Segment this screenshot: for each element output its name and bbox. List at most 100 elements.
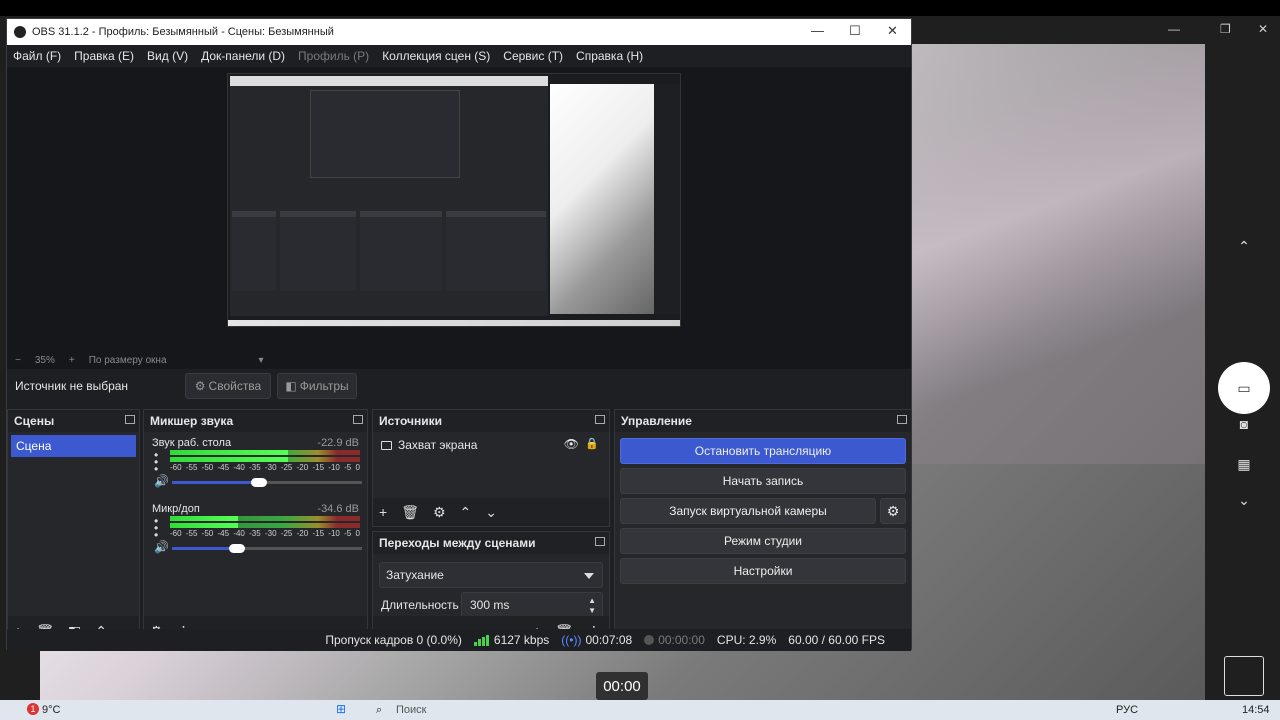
title-bar: OBS 31.1.2 - Профиль: Безымянный - Сцены… — [7, 19, 911, 45]
filters-button[interactable]: ◧ Фильтры — [277, 373, 357, 399]
scale-tick: 0 — [355, 463, 360, 472]
menu-tools[interactable]: Сервис (T) — [503, 49, 563, 63]
menu-file[interactable]: Файл (F) — [13, 49, 61, 63]
undock-icon[interactable] — [595, 537, 605, 546]
chevron-up-icon[interactable]: ⌃ — [1229, 238, 1259, 255]
close-icon[interactable]: ✕ — [887, 23, 898, 39]
qr-code-icon[interactable]: ▦ — [1229, 456, 1259, 473]
add-icon[interactable]: + — [379, 504, 387, 520]
fps-status: 60.00 / 60.00 FPS — [788, 633, 885, 647]
taskbar: 1 9°C ⊞ ⌕ Поиск РУС 14:54 — [0, 700, 1280, 720]
stream-time-status: ((•)) 00:07:08 — [561, 633, 632, 647]
maximize-icon[interactable]: ☐ — [849, 23, 861, 39]
gear-icon[interactable]: ⚙ — [433, 504, 446, 521]
sources-header: Источники — [373, 410, 609, 432]
duration-value: 300 ms — [470, 598, 510, 612]
status-bar: Пропуск кадров 0 (0.0%) 6127 kbps ((•)) 0… — [7, 629, 911, 651]
clock[interactable]: 14:54 — [1242, 704, 1270, 716]
cpu-usage: CPU: 2.9% — [716, 633, 777, 647]
lock-icon[interactable]: 🔒 — [585, 437, 599, 450]
scale-tick: -55 — [185, 463, 198, 472]
menu-view[interactable]: Вид (V) — [147, 49, 188, 63]
zoom-out-button[interactable]: − — [15, 355, 21, 366]
stop-stream-button[interactable]: Остановить трансляцию — [620, 438, 906, 464]
trash-icon[interactable]: 🗑 — [401, 504, 419, 521]
restore-icon[interactable]: ❐ — [1220, 22, 1231, 36]
scale-tick: -25 — [280, 529, 293, 538]
eye-icon[interactable]: 👁 — [564, 437, 579, 451]
weather-label[interactable]: 9°C — [42, 704, 60, 716]
track-name: Микр/доп — [152, 503, 200, 515]
gear-icon[interactable]: ⚙ — [880, 498, 906, 524]
scenes-title: Сцены — [14, 414, 55, 428]
menu-edit[interactable]: Правка (E) — [74, 49, 134, 63]
camera-icon[interactable]: ◙ — [1229, 416, 1259, 432]
source-list-item[interactable]: Захват экрана 👁 🔒 — [373, 432, 609, 458]
settings-button[interactable]: Настройки — [620, 558, 906, 584]
language-indicator[interactable]: РУС — [1116, 704, 1138, 716]
minimize-icon[interactable]: — — [811, 23, 824, 38]
windows-start-icon[interactable]: ⊞ — [336, 702, 346, 716]
volume-slider[interactable]: 🔊 — [154, 540, 362, 554]
undock-icon[interactable] — [897, 415, 907, 424]
obs-window: OBS 31.1.2 - Профиль: Безымянный - Сцены… — [6, 18, 912, 651]
video-camera-icon: ▭ — [1237, 379, 1251, 396]
zoom-bar: − 35% + По размеру окна ▾ — [7, 351, 911, 369]
spin-arrows-icon[interactable]: ▲ ▼ — [588, 596, 596, 616]
move-up-icon[interactable]: ⌃ — [460, 504, 472, 521]
menu-scene-collection[interactable]: Коллекция сцен (S) — [382, 49, 490, 63]
duration-row: Длительность 300 ms ▲ ▼ — [379, 592, 603, 618]
scene-list-item[interactable]: Сцена — [11, 435, 136, 457]
duration-input[interactable]: 300 ms ▲ ▼ — [461, 592, 603, 618]
filters-label: Фильтры — [299, 379, 349, 393]
taskbar-search[interactable]: Поиск — [396, 704, 426, 716]
undock-icon[interactable] — [595, 415, 605, 424]
volume-knob[interactable] — [251, 478, 268, 487]
more-options-icon[interactable]: • • • — [154, 515, 158, 541]
scale-tick: -50 — [201, 529, 214, 538]
program-preview[interactable] — [7, 67, 911, 351]
more-options-icon[interactable]: • • • — [154, 449, 158, 475]
video-record-button[interactable]: ▭ — [1218, 362, 1270, 414]
volume-knob[interactable] — [228, 544, 245, 553]
broadcast-icon: ((•)) — [561, 633, 582, 647]
minimize-icon[interactable]: — — [1168, 22, 1180, 36]
menu-help[interactable]: Справка (H) — [576, 49, 643, 63]
speaker-icon[interactable]: 🔊 — [154, 540, 169, 554]
undock-icon[interactable] — [125, 415, 135, 424]
close-icon[interactable]: ✕ — [1258, 22, 1268, 36]
scale-tick: -20 — [296, 529, 309, 538]
move-down-icon[interactable]: ⌄ — [485, 504, 497, 521]
scale-tick: -40 — [233, 529, 245, 538]
start-record-button[interactable]: Начать запись — [620, 468, 906, 494]
volume-slider[interactable]: 🔊 — [154, 474, 362, 488]
fit-to-window-select[interactable]: По размеру окна — [89, 355, 167, 366]
menu-profile[interactable]: Профиль (P) — [298, 49, 369, 63]
search-icon[interactable]: ⌕ — [376, 704, 382, 717]
menu-docks[interactable]: Док-панели (D) — [201, 49, 285, 63]
sources-title: Источники — [379, 414, 443, 428]
scale-tick: -40 — [233, 463, 245, 472]
dropped-frames: Пропуск кадров 0 (0.0%) — [325, 633, 462, 647]
virtual-camera-button[interactable]: Запуск виртуальной камеры — [620, 498, 876, 524]
undock-icon[interactable] — [353, 415, 363, 424]
chevron-down-icon[interactable]: ⌄ — [1229, 492, 1259, 509]
scale-tick: -45 — [217, 463, 230, 472]
bitrate-value: 6127 kbps — [493, 633, 550, 647]
dropdown-arrow-icon[interactable]: ▾ — [259, 355, 264, 366]
level-meter — [170, 450, 360, 455]
record-time: 00:00:00 — [658, 633, 705, 647]
controls-header: Управление — [615, 410, 911, 432]
properties-button[interactable]: ⚙ Свойства — [185, 373, 271, 399]
window-title: OBS 31.1.2 - Профиль: Безымянный - Сцены… — [32, 26, 334, 38]
obs-logo-icon — [14, 26, 26, 38]
studio-mode-button[interactable]: Режим студии — [620, 528, 906, 554]
zoom-in-button[interactable]: + — [69, 355, 75, 366]
properties-label: Свойства — [208, 379, 262, 393]
speaker-icon[interactable]: 🔊 — [154, 474, 169, 488]
gallery-thumbnail[interactable] — [1224, 656, 1264, 696]
virtual-camera-row: Запуск виртуальной камеры ⚙ — [620, 498, 906, 524]
transition-select[interactable]: Затухание — [379, 562, 603, 588]
scale-tick: -60 — [170, 529, 182, 538]
track-name: Звук раб. стола — [152, 437, 232, 449]
